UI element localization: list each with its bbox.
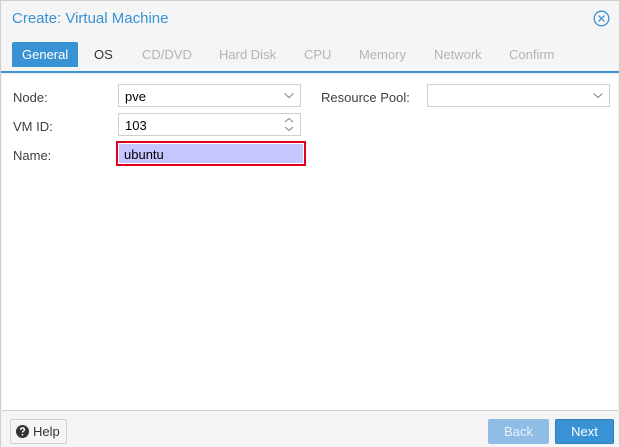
vmid-value: 103 <box>125 118 147 133</box>
tab-cd-dvd[interactable]: CD/DVD <box>142 42 192 67</box>
name-value: ubuntu <box>124 147 164 162</box>
dialog-titlebar: Create: Virtual Machine <box>1 1 619 37</box>
resource-pool-select[interactable] <box>427 84 610 107</box>
node-label: Node: <box>13 90 48 105</box>
question-circle-icon <box>16 425 29 438</box>
help-button-label: Help <box>33 424 60 439</box>
tab-os[interactable]: OS <box>94 42 113 67</box>
name-input-selection[interactable]: ubuntu <box>119 144 303 163</box>
tab-hard-disk[interactable]: Hard Disk <box>219 42 276 67</box>
next-button[interactable]: Next <box>555 419 614 444</box>
node-value: pve <box>125 89 146 104</box>
dialog-footer: Help Back Next <box>1 412 619 447</box>
help-button[interactable]: Help <box>10 419 67 444</box>
wizard-tabs: General OS CD/DVD Hard Disk CPU Memory N… <box>1 37 619 73</box>
node-select[interactable]: pve <box>118 84 301 107</box>
resource-pool-label: Resource Pool: <box>321 90 410 105</box>
back-button[interactable]: Back <box>488 419 549 444</box>
chevron-down-icon[interactable] <box>278 85 300 106</box>
name-input[interactable]: ubuntu <box>116 141 306 166</box>
chevron-down-icon[interactable] <box>587 85 609 106</box>
chevron-up-down-icon[interactable] <box>278 114 300 135</box>
tab-general[interactable]: General <box>12 42 79 67</box>
tab-memory[interactable]: Memory <box>359 42 406 67</box>
dialog-title: Create: Virtual Machine <box>12 10 169 27</box>
close-icon[interactable] <box>593 10 610 27</box>
name-label: Name: <box>13 148 52 163</box>
tab-confirm[interactable]: Confirm <box>509 42 555 67</box>
tab-network[interactable]: Network <box>434 42 482 67</box>
general-form: Node: pve Resource Pool: VM ID: 103 Name… <box>2 75 618 411</box>
tab-cpu[interactable]: CPU <box>304 42 331 67</box>
create-vm-dialog: Create: Virtual Machine General OS CD/DV… <box>0 0 620 447</box>
vmid-spinner[interactable]: 103 <box>118 113 301 136</box>
vmid-label: VM ID: <box>13 119 53 134</box>
